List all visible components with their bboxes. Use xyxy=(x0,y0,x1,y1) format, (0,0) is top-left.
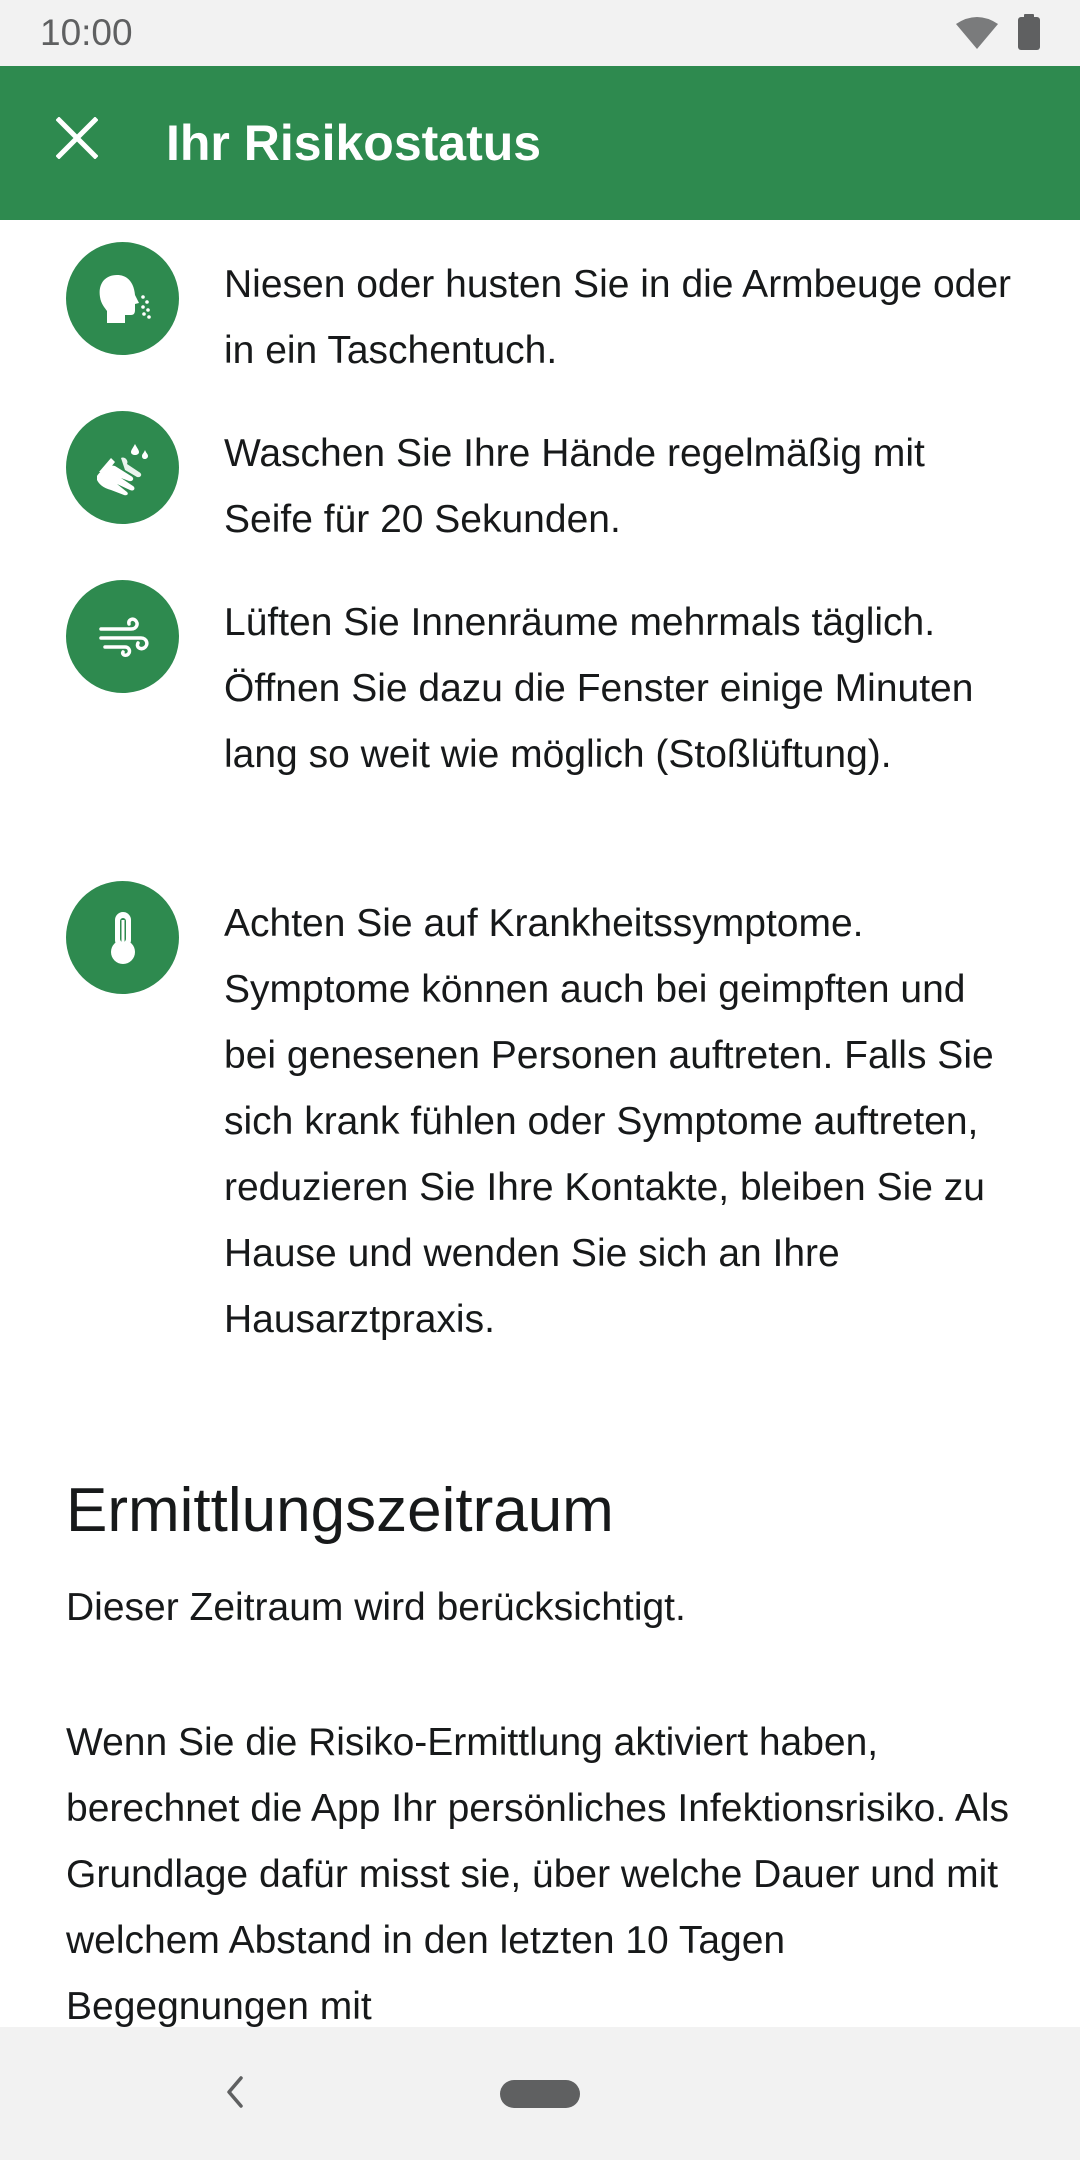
ventilation-icon xyxy=(66,580,179,693)
page-title: Ihr Risikostatus xyxy=(166,115,542,171)
hand-wash-icon xyxy=(66,411,179,524)
back-button[interactable] xyxy=(215,2068,255,2120)
status-time: 10:00 xyxy=(40,12,133,53)
thermometer-icon xyxy=(66,881,179,994)
tip-text: Niesen oder husten Sie in die Armbeuge o… xyxy=(224,263,1012,372)
back-chevron-icon xyxy=(225,2075,245,2114)
tip-text: Waschen Sie Ihre Hände regelmäßig mit Se… xyxy=(224,432,925,541)
section-title: Ermittlungszeitraum xyxy=(66,1476,614,1545)
tip-text: Lüften Sie Innenräume mehrmals täglich. … xyxy=(224,601,974,776)
close-button[interactable] xyxy=(40,103,114,177)
sneeze-icon xyxy=(66,242,179,355)
battery-icon xyxy=(1018,14,1040,55)
wifi-icon xyxy=(955,16,999,55)
section-body: Wenn Sie die Risiko-Ermittlung aktiviert… xyxy=(66,1721,1010,2027)
home-pill-icon[interactable] xyxy=(500,2080,580,2108)
section-subtitle: Dieser Zeitraum wird berücksichtigt. xyxy=(66,1586,686,1629)
tip-text: Achten Sie auf Krankheitssymptome. Sympt… xyxy=(224,902,994,1341)
content-scroll[interactable]: Niesen oder husten Sie in die Armbeuge o… xyxy=(0,220,1080,2027)
status-bar: 10:00 xyxy=(0,0,1080,66)
close-icon xyxy=(55,115,99,164)
